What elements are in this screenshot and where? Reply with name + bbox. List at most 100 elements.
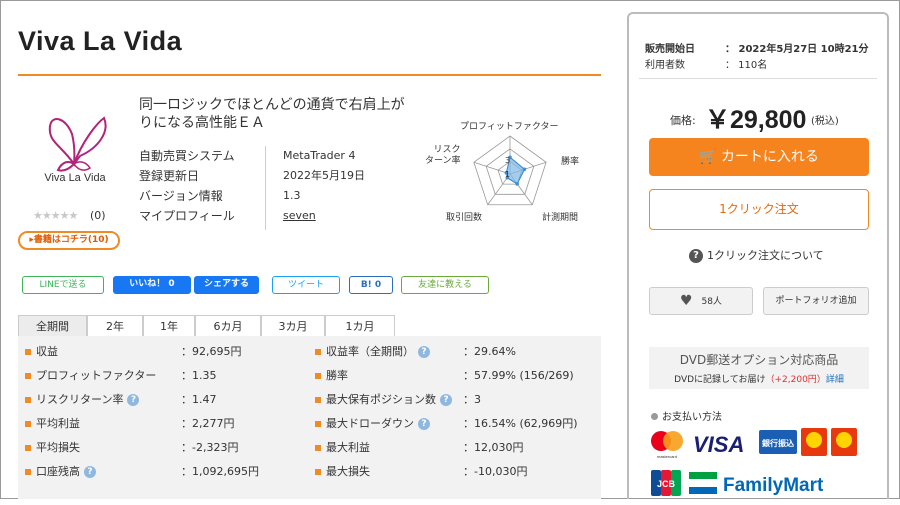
facebook-share-button[interactable]: シェアする — [194, 276, 259, 294]
stat-label-text: 最大保有ポジション数 — [326, 393, 436, 406]
stat-label: リスクリターン率? — [36, 388, 140, 412]
heart-icon: ♥ — [680, 293, 693, 309]
info-label: マイプロフィール — [139, 209, 235, 223]
info-label: 登録更新日 — [139, 169, 200, 183]
stat-row: 平均損失 ：-2,323円 — [25, 436, 305, 460]
tweet-button[interactable]: ツイート — [272, 276, 340, 294]
dvd-details-link[interactable]: 詳細 — [826, 375, 844, 385]
payment-logos: mastercard VISA 銀行振込 JCB FamilyMart — [649, 426, 879, 501]
stat-row: 平均利益 ：2,277円 — [25, 412, 305, 436]
stat-value: ：-2,323円 — [181, 441, 239, 454]
payment-title-label: お支払い方法 — [662, 412, 722, 423]
tab-all[interactable]: 全期間 — [18, 315, 87, 337]
dvd-price: （+2,200円） — [765, 375, 826, 385]
stat-row: プロフィットファクター ：1.35 — [25, 364, 305, 388]
stat-row: 最大利益 ：12,030円 — [315, 436, 595, 460]
stat-row: 収益率（全期間）? ：29.64% — [315, 340, 595, 364]
stat-row: 最大ドローダウン? ：16.54% (62,969円) — [315, 412, 595, 436]
info-row-version: バージョン情報 1.3 — [139, 186, 401, 206]
stat-label: 最大ドローダウン? — [326, 412, 430, 436]
help-icon[interactable]: ? — [418, 346, 430, 358]
stat-label: 口座残高? — [36, 460, 96, 484]
users-value: ： 110名 — [725, 60, 768, 71]
familymart-icon: FamilyMart — [689, 472, 824, 496]
radar-point-1 — [522, 167, 527, 172]
bank-transfer-icon: 銀行振込 — [759, 430, 797, 454]
stat-row: 最大損失 ：-10,030円 — [315, 460, 595, 484]
stat-value: ：2,277円 — [181, 417, 235, 430]
profile-link[interactable]: seven — [283, 206, 316, 226]
title-divider — [18, 74, 601, 76]
line-share-button[interactable]: LINEで送る — [22, 276, 104, 294]
stat-label: 最大保有ポジション数? — [326, 388, 452, 412]
favorite-count: 58人 — [701, 296, 722, 307]
cart-label: カートに入れる — [720, 149, 819, 165]
stat-value: ：1.47 — [181, 393, 217, 406]
payment-logos-svg: mastercard VISA 銀行振込 JCB FamilyMart — [651, 428, 857, 496]
visa-icon: VISA — [693, 432, 744, 457]
stat-value: ：57.99% (156/269) — [463, 369, 574, 382]
stat-value: ：92,695円 — [181, 345, 242, 358]
stat-label: 最大利益 — [326, 441, 370, 454]
bullet-icon — [315, 373, 321, 379]
stat-label: 最大損失 — [326, 465, 370, 478]
tab-1y[interactable]: 1年 — [143, 315, 195, 337]
price-label: 価格: — [670, 114, 696, 127]
stat-label: 平均利益 — [36, 417, 80, 430]
bullet-icon — [315, 349, 321, 355]
favorite-button[interactable]: ♥ 58人 — [649, 287, 753, 315]
mastercard-icon: mastercard — [651, 431, 683, 459]
info-label: 自動売買システム — [139, 149, 235, 163]
payment-methods-title: お支払い方法 — [651, 408, 722, 423]
facebook-like-button[interactable]: いいね！ 0 — [113, 276, 191, 294]
one-click-about-label: 1クリック注文について — [707, 249, 824, 262]
stat-value: ：29.64% — [463, 345, 516, 358]
tab-1m[interactable]: 1カ月 — [325, 315, 395, 337]
stat-value: ：12,030円 — [463, 441, 524, 454]
help-icon[interactable]: ? — [440, 394, 452, 406]
logo-text: Viva La Vida — [44, 172, 106, 184]
stat-value: ：-10,030円 — [463, 465, 528, 478]
one-click-about-link[interactable]: ? 1クリック注文について — [689, 247, 824, 263]
reviews-button[interactable]: ▸書籍はコチラ(10) — [18, 231, 120, 250]
bullet-icon — [315, 397, 321, 403]
tab-6m[interactable]: 6カ月 — [195, 315, 261, 337]
info-label: バージョン情報 — [139, 189, 223, 203]
info-value: 2022年5月19日 — [283, 169, 365, 182]
stat-value: ：16.54% (62,969円) — [463, 417, 578, 430]
help-icon[interactable]: ? — [84, 466, 96, 478]
bullet-icon — [315, 421, 321, 427]
rating-count: (0) — [90, 209, 106, 222]
rating-stars: ★★★★★ — [33, 209, 78, 222]
radar-chart: プロフィットファクター 勝率 計測期間 取引回数 リスク ターン率 31 — [423, 117, 598, 227]
stat-row: リスクリターン率? ：1.47 — [25, 388, 305, 412]
help-icon[interactable]: ? — [418, 418, 430, 430]
radar-scale-label: 3 — [505, 156, 510, 165]
bullet-icon — [315, 445, 321, 451]
stat-label-text: 口座残高 — [36, 465, 80, 478]
stat-label: 収益 — [36, 345, 58, 358]
radar-scale-label: 1 — [505, 170, 510, 179]
add-portfolio-button[interactable]: ポートフォリオ追加 — [763, 287, 869, 315]
add-to-cart-button[interactable]: 🛒 カートに入れる — [649, 138, 869, 176]
daily-yamazaki-icon — [801, 428, 857, 456]
sale-start-value: ： 2022年5月27日 10時21分 — [725, 44, 869, 55]
bank-transfer-label: 銀行振込 — [761, 438, 794, 448]
hatena-bookmark-button[interactable]: B! 0 — [349, 276, 393, 294]
dvd-title: DVD郵送オプション対応商品 — [679, 353, 839, 367]
bullet-icon — [25, 373, 31, 379]
bullet-icon — [25, 421, 31, 427]
tab-3m[interactable]: 3カ月 — [261, 315, 325, 337]
tab-2y[interactable]: 2年 — [87, 315, 143, 337]
stat-label: プロフィットファクター — [36, 369, 157, 382]
help-icon[interactable]: ? — [127, 394, 140, 406]
info-row-profile: マイプロフィール seven — [139, 206, 401, 226]
one-click-order-button[interactable]: 1クリック注文 — [649, 189, 869, 230]
bullet-icon — [315, 469, 321, 475]
stat-row: 勝率 ：57.99% (156/269) — [315, 364, 595, 388]
sidebar-divider — [639, 78, 877, 79]
familymart-label: FamilyMart — [723, 475, 824, 496]
stats-panel: 収益 ：92,695円 プロフィットファクター ：1.35 リスクリターン率? ：1.… — [18, 336, 601, 499]
stat-label: 平均損失 — [36, 441, 80, 454]
tell-friend-button[interactable]: 友達に教える — [401, 276, 489, 294]
